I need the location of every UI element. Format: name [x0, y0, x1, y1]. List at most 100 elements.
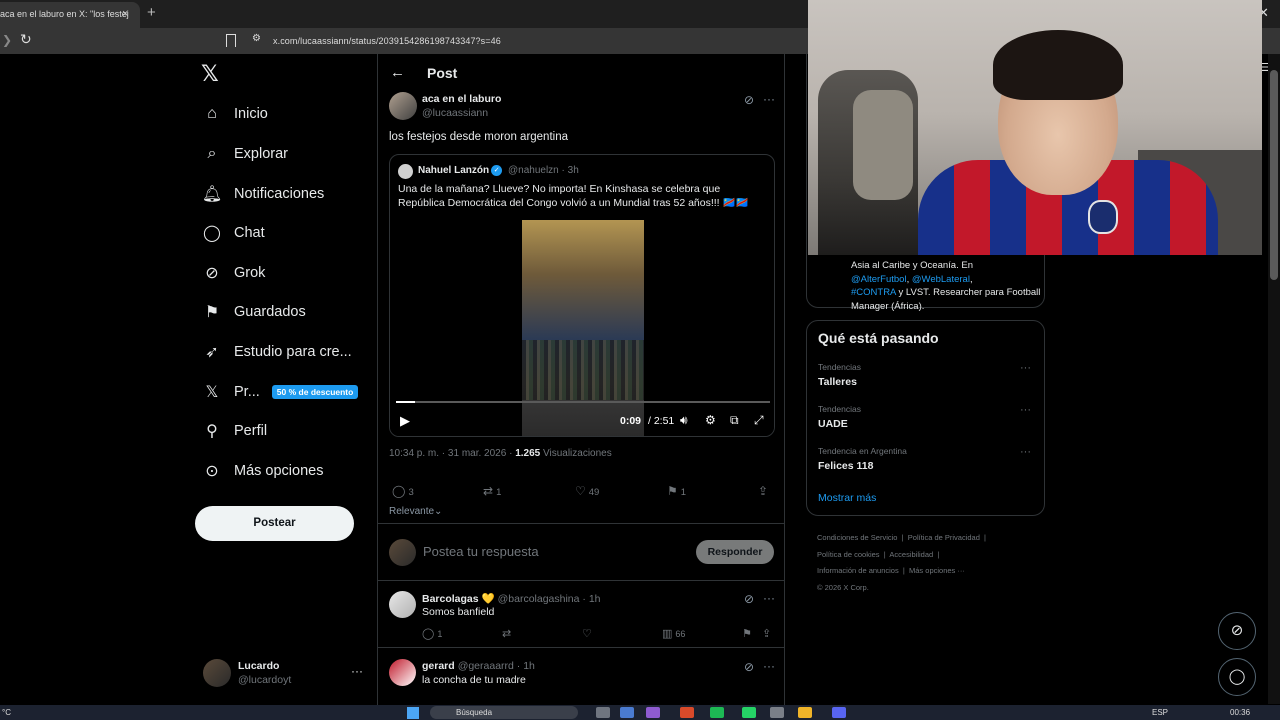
nav-item-notificaciones[interactable]: 🔔︎ Notificaciones — [201, 179, 324, 209]
grok-fab-icon[interactable]: ⊘ — [1218, 612, 1256, 650]
settings-icon[interactable]: ⚙ — [705, 413, 716, 427]
repost-button[interactable]: ⇄ 1 — [483, 484, 501, 498]
taskbar-search[interactable]: Búsqueda — [430, 706, 578, 719]
new-tab-icon[interactable]: + — [147, 4, 156, 21]
show-more-link[interactable]: Mostrar más — [818, 492, 876, 504]
more-dots-icon[interactable]: ··· — [763, 591, 775, 605]
footer-link[interactable]: Más opciones ··· — [909, 566, 965, 575]
post-actions: ◯ 3 ⇄ 1 ♡ 49 ⚑ 1 ⇪ — [378, 484, 784, 502]
footer-link[interactable]: Condiciones de Servicio — [817, 533, 897, 542]
more-dots-icon[interactable]: ··· — [1020, 404, 1031, 416]
whatsapp-icon[interactable] — [742, 707, 756, 718]
more-dots-icon[interactable]: ··· — [763, 659, 775, 673]
volume-icon[interactable]: 🔊︎ — [680, 413, 688, 428]
spotify-icon[interactable] — [710, 707, 724, 718]
reply-author[interactable]: gerard @geraaarrd · 1h — [422, 660, 535, 672]
footer-link[interactable]: Accesibilidad — [889, 550, 933, 559]
forward-icon[interactable]: ❯ — [2, 33, 12, 47]
trend-item[interactable]: Tendencias UADE ··· — [818, 404, 1038, 438]
reply-button[interactable]: ◯ 3 — [392, 484, 414, 498]
nav-item-premium[interactable]: 𝕏 Pr... 50 % de descuento — [201, 377, 359, 407]
video-progress-bar[interactable] — [396, 401, 770, 403]
bio-link[interactable]: @WebLateral — [912, 274, 970, 285]
repost-icon[interactable]: ⇄ — [502, 627, 511, 640]
scrollbar[interactable] — [1268, 54, 1280, 704]
nav-label: Chat — [234, 225, 265, 241]
messages-fab-icon[interactable]: ◯ — [1218, 658, 1256, 696]
nav-item-chat[interactable]: ◯ Chat — [201, 218, 265, 248]
app-icon[interactable] — [680, 707, 694, 718]
language-indicator[interactable]: ESP — [1152, 708, 1168, 717]
app-icon[interactable] — [596, 707, 610, 718]
nav-item-mas-opciones[interactable]: ⊙ Más opciones — [201, 456, 323, 486]
author-handle[interactable]: @lucaassiann — [422, 107, 488, 119]
avatar[interactable] — [389, 591, 416, 618]
tab-close-icon[interactable]: × — [122, 8, 128, 20]
nav-item-estudio[interactable]: ➶ Estudio para cre... — [201, 337, 351, 367]
clock[interactable]: 00:36 — [1230, 708, 1250, 717]
reload-icon[interactable]: ↻ — [20, 31, 32, 48]
discord-icon[interactable] — [832, 707, 846, 718]
reply-input[interactable]: Postea tu respuesta — [423, 544, 539, 559]
repost-icon: ⇄ — [483, 484, 494, 498]
post-button[interactable]: Postear — [195, 506, 354, 541]
footer-link[interactable]: Política de Privacidad — [908, 533, 980, 542]
app-icon[interactable] — [620, 707, 634, 718]
app-icon[interactable] — [646, 707, 660, 718]
trend-context: Tendencias — [818, 362, 862, 372]
author-name[interactable]: aca en el laburo — [422, 93, 501, 105]
weather-widget[interactable]: °C — [2, 708, 11, 717]
bookmark-button[interactable]: ⚑ 1 — [667, 484, 686, 498]
avatar[interactable] — [389, 659, 416, 686]
quoted-post[interactable]: Nahuel Lanzón ✓ @nahuelzn · 3h Una de la … — [389, 154, 775, 437]
footer-link[interactable]: Política de cookies — [817, 550, 880, 559]
bookmark-page-icon[interactable] — [226, 34, 236, 47]
browser-tab[interactable]: aca en el laburo en X: "los festej × — [0, 2, 140, 28]
x-logo-icon[interactable]: 𝕏 — [201, 61, 219, 87]
grok-explain-icon[interactable]: ⊘ — [744, 93, 754, 107]
share-icon[interactable]: ⇪ — [762, 627, 771, 640]
profile-bio: Asia al Caribe y Oceanía. En @AlterFutbo… — [851, 259, 1041, 313]
like-button[interactable]: ♡ 49 — [575, 484, 599, 498]
more-dots-icon[interactable]: ··· — [1020, 446, 1031, 458]
avatar[interactable] — [389, 92, 417, 120]
footer-link[interactable]: Información de anuncios — [817, 566, 899, 575]
nav-item-explorar[interactable]: ⌕ Explorar — [201, 139, 288, 169]
nav-item-guardados[interactable]: ⚑ Guardados — [201, 297, 306, 327]
bio-link[interactable]: @AlterFutbol — [851, 274, 907, 285]
grok-explain-icon[interactable]: ⊘ — [744, 660, 754, 674]
bookmark-icon[interactable]: ⚑ — [742, 627, 752, 640]
back-arrow-icon[interactable]: ← — [390, 64, 405, 81]
trend-item[interactable]: Tendencias Talleres ··· — [818, 362, 1038, 396]
nav-item-perfil[interactable]: ⚲ Perfil — [201, 416, 267, 446]
grok-explain-icon[interactable]: ⊘ — [744, 592, 754, 606]
more-dots-icon[interactable]: ··· — [763, 92, 775, 106]
windows-start-icon[interactable] — [407, 707, 419, 719]
views-button[interactable]: ▥ 66 — [662, 627, 685, 640]
fullscreen-icon[interactable]: ⤢ — [754, 413, 764, 428]
share-icon[interactable]: ⇪ — [758, 484, 768, 498]
video-crowd — [522, 340, 644, 400]
site-info-icon[interactable]: ⚙ — [252, 33, 261, 44]
scroll-thumb[interactable] — [1270, 70, 1278, 280]
more-dots-icon[interactable]: ··· — [351, 664, 363, 678]
app-icon[interactable] — [770, 707, 784, 718]
more-dots-icon[interactable]: ··· — [1020, 362, 1031, 374]
person-icon: ⚲ — [206, 423, 218, 440]
play-icon[interactable]: ▶ — [400, 413, 410, 429]
bio-hashtag[interactable]: #CONTRA — [851, 287, 896, 298]
pip-icon[interactable]: ⧉ — [730, 413, 739, 428]
list-item[interactable]: Barcolagas 💛 @barcolagashina · 1h ⊘ ··· S… — [378, 581, 784, 648]
post-time[interactable]: 10:34 p. m. · 31 mar. 2026 · — [389, 448, 515, 459]
nav-item-inicio[interactable]: ⌂ Inicio — [201, 99, 268, 129]
reply-author[interactable]: Barcolagas 💛 @barcolagashina · 1h — [422, 592, 601, 605]
heart-icon[interactable]: ♡ — [582, 627, 592, 640]
sort-dropdown[interactable]: Relevante⌄ — [389, 506, 442, 517]
folder-icon[interactable] — [798, 707, 812, 718]
video-player[interactable]: ▶ 0:09 / 2:51 🔊︎ ⚙ ⧉ ⤢ — [390, 220, 774, 436]
reply-submit-button[interactable]: Responder — [696, 540, 774, 564]
url-field[interactable]: x.com/lucaassiann/status/203915428619874… — [273, 36, 501, 46]
nav-item-grok[interactable]: ⊘ Grok — [201, 258, 265, 288]
trend-item[interactable]: Tendencia en Argentina Felices 118 ··· — [818, 446, 1038, 480]
reply-button[interactable]: ◯ 1 — [422, 627, 442, 640]
